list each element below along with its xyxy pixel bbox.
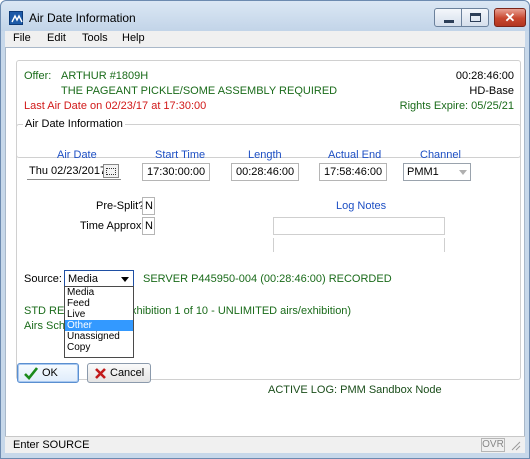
- source-option-live[interactable]: Live: [65, 309, 133, 320]
- offer-format: HD-Base: [469, 85, 514, 97]
- start-time-value: 17:30:00:00: [147, 166, 206, 178]
- maximize-button[interactable]: [461, 8, 489, 27]
- air-date-window: Air Date Information ✕ File Edit Tools H…: [0, 0, 530, 459]
- offer-label: Offer:: [24, 70, 52, 82]
- channel-select[interactable]: PMM1: [403, 163, 471, 181]
- window-title: Air Date Information: [29, 11, 136, 25]
- actual-end-field[interactable]: 17:58:46:00: [319, 163, 387, 181]
- log-notes-line-2[interactable]: [273, 238, 445, 252]
- source-value: Media: [68, 273, 98, 285]
- maximize-icon: [470, 13, 481, 22]
- ok-button[interactable]: OK: [17, 363, 79, 383]
- active-log: ACTIVE LOG: PMM Sandbox Node: [268, 384, 442, 396]
- status-bar: Enter SOURCE OVR: [5, 436, 525, 453]
- close-button[interactable]: ✕: [494, 8, 526, 27]
- log-notes-label: Log Notes: [336, 200, 387, 212]
- overwrite-indicator: OVR: [481, 438, 505, 452]
- chevron-down-icon: [121, 277, 129, 282]
- source-option-media[interactable]: Media: [65, 287, 133, 298]
- start-time-field[interactable]: 17:30:00:00: [142, 163, 210, 181]
- menu-file[interactable]: File: [13, 32, 31, 44]
- menu-help[interactable]: Help: [122, 32, 145, 44]
- channel-value: PMM1: [407, 166, 439, 178]
- menu-tools[interactable]: Tools: [82, 32, 108, 44]
- length-header: Length: [248, 149, 282, 161]
- cancel-label: Cancel: [110, 367, 145, 379]
- title-bar: Air Date Information ✕: [1, 1, 529, 31]
- length-field[interactable]: 00:28:46:00: [231, 163, 299, 181]
- minimize-icon: [444, 20, 454, 23]
- calendar-icon[interactable]: [103, 164, 119, 178]
- source-dropdown-list: Media Feed Live Other Unassigned Copy: [64, 286, 134, 358]
- rights-expire: Rights Expire: 05/25/21: [399, 100, 514, 112]
- offer-id: ARTHUR #1809H: [61, 70, 149, 82]
- time-approx-value: N: [145, 220, 153, 232]
- pre-split-field[interactable]: N: [142, 197, 155, 215]
- resize-grip-icon[interactable]: [509, 439, 521, 451]
- channel-header: Channel: [420, 149, 461, 161]
- length-value: 00:28:46:00: [236, 166, 295, 178]
- air-date-header: Air Date: [57, 149, 97, 161]
- close-icon: ✕: [504, 10, 516, 25]
- minimize-button[interactable]: [434, 8, 462, 27]
- std-release-text: xhibition 1 of 10 - UNLIMITED airs/exhib…: [131, 305, 352, 317]
- pre-split-value: N: [145, 200, 153, 212]
- pre-split-label: Pre-Split?: [96, 200, 145, 212]
- cross-icon: [95, 368, 106, 379]
- actual-end-header: Actual End: [328, 149, 382, 161]
- source-option-feed[interactable]: Feed: [65, 298, 133, 309]
- time-approx-field[interactable]: N: [142, 217, 155, 235]
- last-air-date: Last Air Date on 02/23/17 at 17:30:00: [24, 100, 207, 112]
- air-date-value: Thu 02/23/2017: [29, 165, 107, 177]
- menu-bar: File Edit Tools Help: [5, 31, 525, 47]
- app-icon: [9, 11, 23, 25]
- offer-time: 00:28:46:00: [455, 70, 514, 82]
- source-label: Source:: [24, 273, 62, 285]
- source-option-other[interactable]: Other: [65, 320, 133, 331]
- menu-edit[interactable]: Edit: [47, 32, 66, 44]
- air-date-group-title: Air Date Information: [23, 118, 125, 130]
- cancel-button[interactable]: Cancel: [87, 363, 151, 383]
- actual-end-value: 17:58:46:00: [324, 166, 383, 178]
- source-option-unassigned[interactable]: Unassigned: [65, 331, 133, 342]
- status-message: Enter SOURCE: [13, 439, 90, 451]
- source-info: SERVER P445950-004 (00:28:46:00) RECORDE…: [143, 273, 392, 285]
- log-notes-line-1[interactable]: [273, 217, 445, 235]
- time-approx-label: Time Approx?: [80, 220, 148, 232]
- start-time-header: Start Time: [155, 149, 206, 161]
- source-option-copy[interactable]: Copy: [65, 342, 133, 353]
- chevron-down-icon: [459, 170, 467, 175]
- offer-title: THE PAGEANT PICKLE/SOME ASSEMBLY REQUIRE…: [61, 85, 338, 97]
- checkmark-icon: [24, 367, 38, 380]
- ok-label: OK: [42, 367, 58, 379]
- dialog-client-area: Offer: ARTHUR #1809H 00:28:46:00 THE PAG…: [5, 47, 525, 453]
